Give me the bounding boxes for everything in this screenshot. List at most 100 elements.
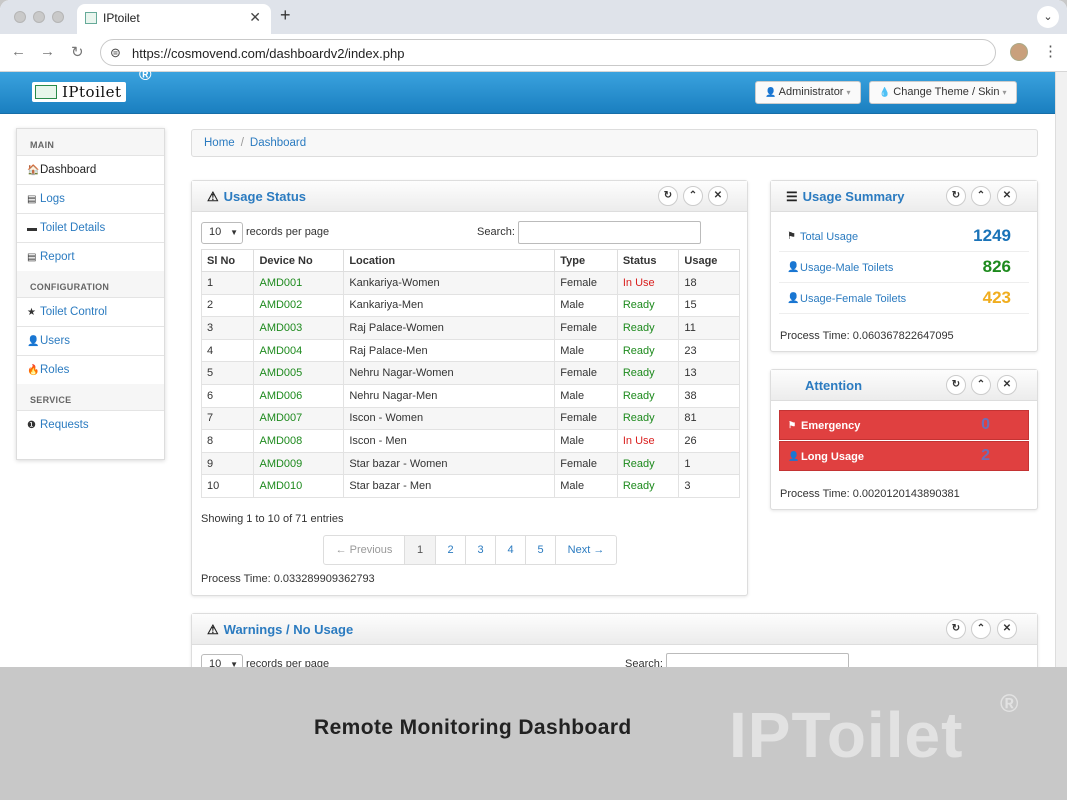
table-cell[interactable]: AMD005 — [253, 361, 345, 385]
table-cell[interactable]: AMD008 — [253, 429, 345, 453]
browser-menu-icon[interactable]: ⋮ — [1043, 42, 1058, 60]
warnings-records-select[interactable]: 10 ▼ — [201, 654, 243, 667]
table-cell[interactable]: AMD003 — [253, 316, 345, 340]
table-cell[interactable]: AMD009 — [253, 451, 345, 476]
summary-label[interactable]: Total Usage — [800, 231, 858, 243]
summary-label[interactable]: Usage-Female Toilets — [800, 293, 906, 305]
summary-item[interactable]: 👤 Usage-Male Toilets 826 — [779, 252, 1029, 283]
page-button[interactable]: 5 — [526, 536, 556, 564]
collapse-icon[interactable]: ⌃ — [971, 619, 991, 639]
warnings-search-input[interactable] — [666, 653, 849, 667]
records-per-page-select[interactable]: 10 ▼ — [201, 222, 243, 244]
summary-label[interactable]: Usage-Male Toilets — [800, 262, 893, 274]
collapse-icon[interactable]: ⌃ — [971, 375, 991, 395]
tab-menu-chevron-icon[interactable]: ⌄ — [1037, 6, 1059, 28]
table-cell: 6 — [200, 383, 255, 408]
forward-icon[interactable]: → — [40, 43, 55, 60]
table-cell[interactable]: AMD006 — [253, 383, 345, 408]
refresh-icon[interactable]: ↻ — [946, 186, 966, 206]
column-header[interactable]: Sl No — [200, 249, 255, 272]
sidebar-item-roles[interactable]: 🔥Roles — [17, 355, 164, 384]
close-icon[interactable]: ✕ — [708, 186, 728, 206]
browser-tab[interactable]: IPtoilet ✕ — [77, 4, 271, 34]
table-row[interactable]: 4 AMD004 Raj Palace-Men Male Ready 23 — [200, 338, 740, 363]
tab-close-icon[interactable]: ✕ — [249, 9, 261, 26]
attention-item-emergency[interactable]: ⚑ Emergency 0 — [779, 410, 1029, 440]
table-row[interactable]: 8 AMD008 Iscon - Men Male In Use 26 — [200, 429, 740, 453]
table-cell: Female — [554, 316, 618, 340]
sidebar-item-dashboard[interactable]: 🏠Dashboard — [17, 155, 164, 184]
new-tab-button[interactable]: + — [280, 5, 291, 26]
table-cell[interactable]: AMD007 — [253, 406, 345, 431]
table-cell: 3 — [678, 474, 740, 498]
page-button[interactable]: 1 — [405, 536, 436, 564]
sidebar-item-report[interactable]: ▤ Report — [17, 242, 164, 271]
collapse-icon[interactable]: ⌃ — [683, 186, 703, 206]
table-row[interactable]: 10 AMD010 Star bazar - Men Male Ready 3 — [200, 474, 740, 498]
window-zoom-dot[interactable] — [52, 11, 64, 23]
table-cell[interactable]: AMD010 — [253, 474, 345, 498]
table-row[interactable]: 5 AMD005 Nehru Nagar-Women Female Ready 13 — [200, 361, 740, 385]
back-icon[interactable]: ← — [11, 43, 26, 60]
reload-icon[interactable]: ↻ — [71, 43, 84, 61]
sidebar-item-logs[interactable]: ▤ Logs — [17, 184, 164, 213]
attention-item-long-usage[interactable]: 👤 Long Usage 2 — [779, 441, 1029, 471]
column-header[interactable]: Type — [554, 249, 618, 272]
table-row[interactable]: 2 AMD002 Kankariya-Men Male Ready 15 — [200, 293, 740, 318]
summary-item[interactable]: 👤 Usage-Female Toilets 423 — [779, 283, 1029, 314]
sidebar-item-toilet-control[interactable]: ★ Toilet Control — [17, 297, 164, 326]
table-row[interactable]: 1 AMD001 Kankariya-Women Female In Use 18 — [200, 271, 740, 295]
warnings-search-label: Search: — [625, 658, 663, 667]
table-row[interactable]: 9 AMD009 Star bazar - Women Female Ready 1 — [200, 451, 740, 476]
breadcrumb-home[interactable]: Home — [204, 137, 235, 149]
summary-item[interactable]: ⚑ Total Usage 1249 — [779, 221, 1029, 252]
previous-page-button[interactable]: ← Previous — [324, 536, 405, 564]
close-icon[interactable]: ✕ — [997, 375, 1017, 395]
attention-panel: Attention ↻ ⌃ ✕ ⚑ Emergency 0 👤 Long Usage 2 … — [770, 369, 1038, 510]
refresh-icon[interactable]: ↻ — [658, 186, 678, 206]
warning-icon: ⚠ — [207, 622, 219, 637]
table-row[interactable]: 3 AMD003 Raj Palace-Women Female Ready 11 — [200, 316, 740, 340]
column-header[interactable]: Device No — [253, 249, 345, 272]
table-cell: 81 — [678, 406, 740, 431]
app-logo[interactable]: IPtoilet — [32, 82, 126, 102]
breadcrumb-dashboard[interactable]: Dashboard — [250, 137, 306, 149]
window-close-dot[interactable] — [14, 11, 26, 23]
sidebar-item-toilet-details[interactable]: ▬ Toilet Details — [17, 213, 164, 242]
column-header[interactable]: Usage — [678, 249, 740, 272]
sidebar-item-label: Logs — [40, 193, 65, 205]
window-minimize-dot[interactable] — [33, 11, 45, 23]
star-icon: ★ — [27, 307, 36, 318]
change-theme-dropdown[interactable]: 💧 Change Theme / Skin ▾ — [869, 81, 1017, 104]
column-header[interactable]: Location — [343, 249, 556, 272]
url-text[interactable]: https://cosmovend.com/dashboardv2/index.… — [132, 46, 404, 61]
refresh-icon[interactable]: ↻ — [946, 375, 966, 395]
column-header[interactable]: Status — [616, 249, 680, 272]
refresh-icon[interactable]: ↻ — [946, 619, 966, 639]
close-icon[interactable]: ✕ — [997, 186, 1017, 206]
collapse-icon[interactable]: ⌃ — [971, 186, 991, 206]
summary-value: 423 — [982, 288, 1011, 307]
url-field[interactable]: ⊜ https://cosmovend.com/dashboardv2/inde… — [100, 39, 996, 66]
table-cell: 3 — [200, 316, 255, 340]
site-info-icon[interactable]: ⊜ — [110, 45, 121, 61]
page-button[interactable]: 3 — [466, 536, 496, 564]
profile-avatar[interactable] — [1010, 43, 1028, 61]
table-cell: 26 — [678, 429, 740, 453]
page-scrollbar[interactable] — [1055, 72, 1067, 667]
table-cell: Nehru Nagar-Men — [343, 383, 556, 408]
table-cell[interactable]: AMD002 — [253, 293, 345, 318]
next-page-button[interactable]: Next → — [556, 536, 616, 564]
page-button[interactable]: 4 — [496, 536, 526, 564]
sidebar-item-requests[interactable]: ❶ Requests — [17, 410, 164, 439]
table-cell[interactable]: AMD001 — [253, 271, 345, 295]
close-icon[interactable]: ✕ — [997, 619, 1017, 639]
search-input[interactable] — [518, 221, 701, 244]
sidebar-item-users[interactable]: 👤Users — [17, 326, 164, 355]
page-button[interactable]: 2 — [436, 536, 466, 564]
table-row[interactable]: 7 AMD007 Iscon - Women Female Ready 81 — [200, 406, 740, 431]
table-row[interactable]: 6 AMD006 Nehru Nagar-Men Male Ready 38 — [200, 383, 740, 408]
process-time: Process Time: 0.033289909362793 — [201, 573, 375, 585]
administrator-dropdown[interactable]: 👤 Administrator ▾ — [755, 81, 861, 104]
table-cell[interactable]: AMD004 — [253, 338, 345, 363]
